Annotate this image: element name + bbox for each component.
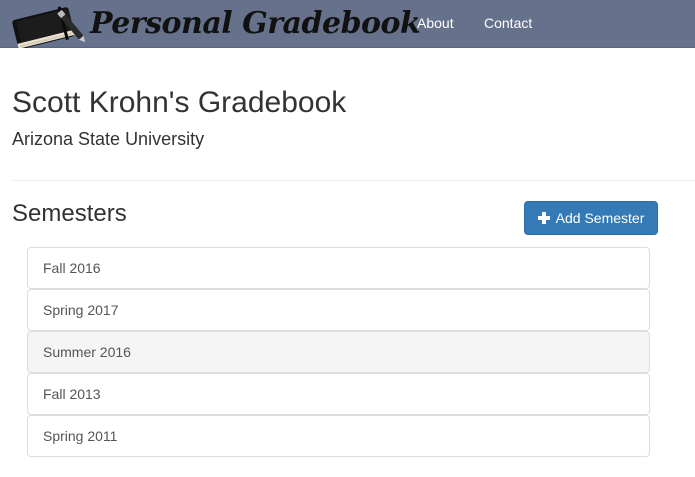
semesters-heading: Semesters bbox=[12, 200, 127, 227]
brand-link[interactable]: Personal Gradebook bbox=[10, 0, 421, 48]
semester-item-spring-2011[interactable]: Spring 2011 bbox=[27, 415, 650, 457]
semester-list: Fall 2016 Spring 2017 Summer 2016 Fall 2… bbox=[27, 247, 650, 457]
semester-item-fall-2013[interactable]: Fall 2013 bbox=[27, 373, 650, 415]
page-subtitle: Arizona State University bbox=[12, 129, 205, 149]
nav-link-contact[interactable]: Contact bbox=[484, 0, 532, 48]
plus-icon bbox=[537, 212, 550, 224]
brand-title: Personal Gradebook bbox=[90, 6, 421, 41]
notebook-pen-icon bbox=[12, 6, 86, 48]
nav-link-about[interactable]: About bbox=[417, 0, 454, 48]
semester-item-fall-2016[interactable]: Fall 2016 bbox=[27, 247, 650, 289]
navbar: Personal Gradebook About Contact bbox=[0, 0, 695, 48]
semester-item-summer-2016[interactable]: Summer 2016 bbox=[27, 331, 650, 373]
section-divider bbox=[12, 180, 695, 181]
add-semester-button[interactable]: Add Semester bbox=[524, 201, 658, 235]
add-semester-label: Add Semester bbox=[555, 210, 645, 226]
page-title: Scott Krohn's Gradebook bbox=[12, 86, 347, 119]
semester-item-spring-2017[interactable]: Spring 2017 bbox=[27, 289, 650, 331]
